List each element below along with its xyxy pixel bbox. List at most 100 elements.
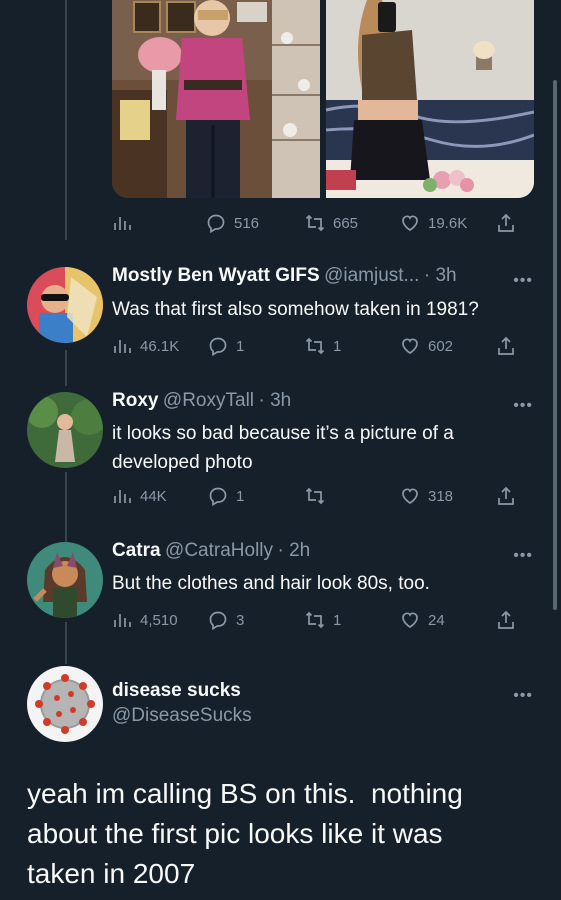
reply-icon bbox=[209, 337, 227, 356]
heart-icon bbox=[402, 338, 418, 354]
views-icon bbox=[114, 614, 131, 627]
avatar-image bbox=[27, 392, 103, 468]
heart-icon bbox=[402, 612, 418, 628]
reply-1-text: Was that first also somehow taken in 198… bbox=[112, 299, 479, 320]
more-options-icon[interactable]: ••• bbox=[513, 397, 533, 415]
views-icon bbox=[114, 490, 131, 503]
reply-2-actions: 44K 1 318 bbox=[112, 485, 522, 507]
avatar-roxy[interactable] bbox=[27, 392, 103, 468]
share-button[interactable] bbox=[496, 335, 516, 357]
reply-button[interactable]: 3 bbox=[208, 609, 244, 631]
text-line: taken in 2007 bbox=[27, 858, 196, 889]
retweet-button[interactable] bbox=[305, 485, 333, 507]
share-button[interactable] bbox=[496, 609, 516, 631]
views-button[interactable]: 44K bbox=[112, 485, 167, 507]
avatar-image bbox=[27, 267, 103, 343]
first-tweet-actions: 516 665 19.6K bbox=[112, 212, 522, 234]
avatar-ben-wyatt[interactable] bbox=[27, 267, 103, 343]
retweet-button[interactable]: 1 bbox=[305, 335, 341, 357]
retweet-button[interactable]: 1 bbox=[305, 609, 341, 631]
retweet-count: 1 bbox=[333, 337, 342, 355]
reply-1-actions: 46.1K 1 1 602 bbox=[112, 335, 522, 357]
reply-3-actions: 4,510 3 1 24 bbox=[112, 609, 522, 631]
reply-count: 516 bbox=[234, 214, 260, 232]
main-tweet-author: disease sucks @DiseaseSucks bbox=[112, 680, 252, 727]
text-line: it looks so bad because it’s a picture o… bbox=[112, 423, 454, 444]
tweet-media[interactable] bbox=[112, 0, 534, 198]
reply-icon bbox=[207, 214, 225, 233]
avatar-catra[interactable] bbox=[27, 542, 103, 618]
thread-line-3 bbox=[65, 622, 67, 664]
share-icon bbox=[498, 610, 514, 629]
author-name[interactable]: Mostly Ben Wyatt GIFS bbox=[112, 265, 320, 286]
retweet-icon bbox=[305, 337, 325, 355]
scrollbar[interactable] bbox=[553, 80, 557, 610]
retweet-button[interactable]: 665 bbox=[305, 212, 358, 234]
view-count: 46.1K bbox=[140, 337, 180, 355]
author-name[interactable]: Roxy bbox=[112, 390, 158, 411]
thread-line-top bbox=[65, 0, 67, 240]
text-line: developed photo bbox=[112, 452, 253, 473]
thread-line-1 bbox=[65, 350, 67, 386]
like-button[interactable]: 19.6K bbox=[400, 212, 467, 234]
thread-line-2 bbox=[65, 472, 67, 542]
author-handle[interactable]: @iamjust... bbox=[324, 265, 419, 286]
media-photos bbox=[112, 0, 534, 198]
text-line: yeah im calling BS on this. nothing bbox=[27, 778, 463, 809]
reply-3-text: But the clothes and hair look 80s, too. bbox=[112, 573, 430, 594]
heart-icon bbox=[402, 215, 418, 231]
like-button[interactable]: 602 bbox=[400, 335, 453, 357]
retweet-count: 1 bbox=[333, 611, 342, 629]
author-name[interactable]: Catra bbox=[112, 540, 161, 561]
share-icon bbox=[498, 213, 514, 232]
views-button[interactable]: 4,510 bbox=[112, 609, 178, 631]
retweet-icon bbox=[305, 214, 325, 232]
retweet-count: 665 bbox=[333, 214, 359, 232]
author-handle[interactable]: @CatraHolly bbox=[165, 540, 273, 561]
like-count: 602 bbox=[428, 337, 454, 355]
retweet-icon bbox=[305, 487, 325, 505]
share-icon bbox=[498, 336, 514, 355]
like-count: 318 bbox=[428, 487, 454, 505]
share-icon bbox=[498, 486, 514, 505]
reply-count: 3 bbox=[236, 611, 245, 629]
main-tweet-text: yeah im calling BS on this. nothing abou… bbox=[27, 774, 527, 894]
author-handle[interactable]: @RoxyTall bbox=[163, 390, 254, 411]
more-options-icon[interactable]: ••• bbox=[513, 687, 533, 705]
avatar-image bbox=[27, 666, 103, 742]
timestamp[interactable]: · 3h bbox=[258, 390, 291, 411]
like-button[interactable]: 318 bbox=[400, 485, 453, 507]
like-count: 24 bbox=[428, 611, 445, 629]
author-handle[interactable]: @DiseaseSucks bbox=[112, 705, 252, 727]
timestamp[interactable]: · 2h bbox=[277, 540, 310, 561]
reply-icon bbox=[209, 487, 227, 506]
reply-button[interactable]: 1 bbox=[208, 485, 244, 507]
reply-2-text: it looks so bad because it’s a picture o… bbox=[112, 419, 532, 477]
views-button[interactable]: 46.1K bbox=[112, 335, 179, 357]
timestamp[interactable]: · 3h bbox=[424, 265, 457, 286]
avatar-disease-sucks[interactable] bbox=[27, 666, 103, 742]
author-name[interactable]: disease sucks bbox=[112, 680, 252, 702]
text-line: about the first pic looks like it was bbox=[27, 818, 443, 849]
share-button[interactable] bbox=[496, 212, 516, 234]
avatar-image bbox=[27, 542, 103, 618]
reply-icon bbox=[209, 611, 227, 630]
retweet-icon bbox=[305, 611, 325, 629]
views-icon bbox=[114, 340, 131, 353]
reply-button[interactable]: 1 bbox=[208, 335, 244, 357]
reply-2-header: Roxy @RoxyTall · 3h bbox=[112, 390, 291, 412]
more-options-icon[interactable]: ••• bbox=[513, 547, 533, 565]
heart-icon bbox=[402, 488, 418, 504]
share-button[interactable] bbox=[496, 485, 516, 507]
more-options-icon[interactable]: ••• bbox=[513, 272, 533, 290]
like-button[interactable]: 24 bbox=[400, 609, 445, 631]
reply-button[interactable]: 516 bbox=[206, 212, 259, 234]
reply-count: 1 bbox=[236, 487, 245, 505]
view-count: 44K bbox=[140, 487, 167, 505]
views-button[interactable] bbox=[112, 212, 132, 234]
reply-1-header: Mostly Ben Wyatt GIFS @iamjust... · 3h bbox=[112, 265, 457, 287]
like-count: 19.6K bbox=[428, 214, 468, 232]
reply-3-header: Catra @CatraHolly · 2h bbox=[112, 540, 310, 562]
view-count: 4,510 bbox=[140, 611, 178, 629]
views-icon bbox=[114, 217, 131, 230]
